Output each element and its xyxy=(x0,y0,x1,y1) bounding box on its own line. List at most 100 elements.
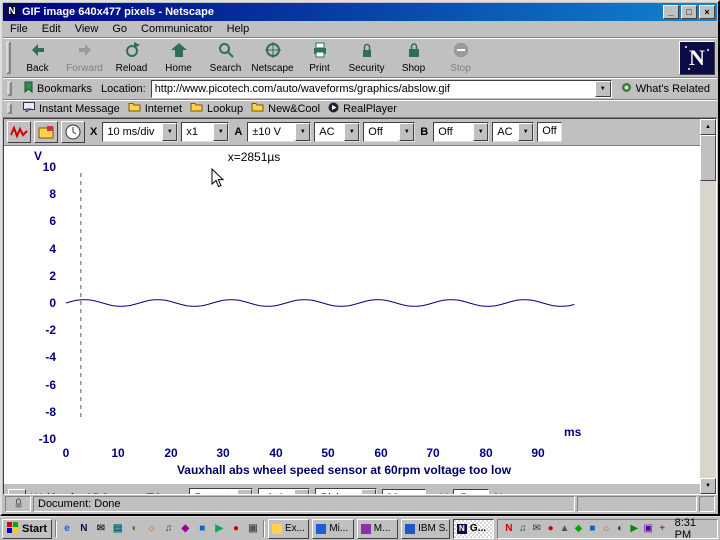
url-input[interactable] xyxy=(151,82,595,95)
quicklaunch-icon-8[interactable]: ◆ xyxy=(178,521,192,537)
tray-icon-10[interactable]: ▶ xyxy=(629,523,640,534)
channel-b-coupling-select[interactable]: AC ▼ xyxy=(492,122,535,142)
quicklaunch-icon-9[interactable]: ■ xyxy=(195,521,209,537)
close-button[interactable]: × xyxy=(699,5,715,19)
reload-button[interactable]: Reload xyxy=(108,39,155,76)
taskbar-clock[interactable]: 8:31 PM xyxy=(675,517,712,540)
task-button-netscape-active[interactable]: N G... xyxy=(452,518,495,539)
lookup-folder-button[interactable]: Lookup xyxy=(190,102,243,115)
url-dropdown-button[interactable]: ▼ xyxy=(594,80,611,97)
dropdown-arrow-icon[interactable]: ▼ xyxy=(518,123,534,141)
scope-status-button[interactable] xyxy=(8,489,26,494)
reload-icon xyxy=(123,41,141,62)
newcool-folder-button[interactable]: New&Cool xyxy=(251,102,320,115)
vertical-scrollbar[interactable]: ▲ ▼ xyxy=(700,119,716,494)
dropdown-arrow-icon[interactable]: ▼ xyxy=(213,123,229,141)
internet-folder-button[interactable]: Internet xyxy=(128,102,182,115)
menu-edit[interactable]: Edit xyxy=(35,21,68,37)
menu-help[interactable]: Help xyxy=(220,21,257,37)
instant-message-button[interactable]: Instant Message xyxy=(23,102,120,115)
realplayer-button[interactable]: RealPlayer xyxy=(328,102,397,116)
tray-icon-7[interactable]: ■ xyxy=(587,523,598,534)
security-status-segment[interactable] xyxy=(5,496,31,512)
menu-go[interactable]: Go xyxy=(105,21,134,37)
trigger-threshold-input[interactable] xyxy=(382,488,427,494)
trigger-channel-select[interactable]: ch A ▼ xyxy=(258,487,311,494)
dropdown-arrow-icon[interactable]: ▼ xyxy=(361,488,377,494)
search-icon xyxy=(217,41,235,62)
channel-a-range-select[interactable]: ±10 V ▼ xyxy=(247,122,312,142)
security-button[interactable]: Security xyxy=(343,39,390,76)
dropdown-arrow-icon[interactable]: ▼ xyxy=(473,123,489,141)
whats-related-button[interactable]: What's Related xyxy=(617,81,714,97)
personal-toolbar-grip[interactable] xyxy=(7,103,12,114)
print-button[interactable]: Print xyxy=(296,39,343,76)
scrollbar-thumb[interactable] xyxy=(700,135,716,181)
channel-a-mode-select[interactable]: Off ▼ xyxy=(363,122,416,142)
task-button-3[interactable]: M... xyxy=(356,518,399,539)
task-button-explorer[interactable]: Ex... xyxy=(267,518,310,539)
netscape-logo[interactable]: N xyxy=(679,40,715,75)
bookmarks-button[interactable]: Bookmarks xyxy=(20,80,96,97)
start-button[interactable]: Start xyxy=(2,518,53,539)
scroll-up-button[interactable]: ▲ xyxy=(700,119,716,135)
title-bar[interactable]: N GIF image 640x477 pixels - Netscape _ … xyxy=(3,3,717,21)
quicklaunch-icon-4[interactable]: ▤ xyxy=(111,521,125,537)
quicklaunch-icon-3[interactable]: ✉ xyxy=(94,521,108,537)
channel-b-mode-box[interactable]: Off xyxy=(537,122,562,142)
quicklaunch-icon-1[interactable]: e xyxy=(60,521,74,537)
quicklaunch-icon-5[interactable]: ◐ xyxy=(128,521,142,537)
minimize-button[interactable]: _ xyxy=(663,5,679,19)
scope-meter-button[interactable] xyxy=(61,121,85,143)
forward-button[interactable]: Forward xyxy=(61,39,108,76)
shop-button[interactable]: Shop xyxy=(390,39,437,76)
multiplier-select[interactable]: x1 ▼ xyxy=(181,122,230,142)
quicklaunch-icon-2[interactable]: N xyxy=(77,521,91,537)
timebase-select[interactable]: 10 ms/div ▼ xyxy=(102,122,179,142)
dropdown-arrow-icon[interactable]: ▼ xyxy=(162,123,178,141)
menu-communicator[interactable]: Communicator xyxy=(134,21,220,37)
toolbar-grip[interactable] xyxy=(6,41,11,74)
dropdown-arrow-icon[interactable]: ▼ xyxy=(295,123,311,141)
task-button-2[interactable]: Mi... xyxy=(312,518,354,539)
netscape-button[interactable]: Netscape xyxy=(249,39,296,76)
tray-icon-1[interactable]: N xyxy=(503,523,514,534)
dropdown-arrow-icon[interactable]: ▼ xyxy=(237,488,253,494)
tray-icon-9[interactable]: ◐ xyxy=(615,523,626,534)
dropdown-arrow-icon[interactable]: ▼ xyxy=(344,123,360,141)
tray-icon-3[interactable]: ✉ xyxy=(531,523,542,534)
menu-file[interactable]: File xyxy=(3,21,35,37)
quicklaunch-icon-6[interactable]: ☼ xyxy=(145,521,159,537)
scope-trace-button[interactable] xyxy=(7,121,31,143)
task-button-ibm[interactable]: IBM S... xyxy=(401,518,450,539)
trigger-mode-select[interactable]: Repeat ▼ xyxy=(189,487,254,494)
trigger-delay-input[interactable] xyxy=(452,488,489,494)
resize-grip[interactable] xyxy=(699,496,715,512)
dropdown-arrow-icon[interactable]: ▼ xyxy=(294,488,310,494)
scope-open-button[interactable] xyxy=(34,121,58,143)
quicklaunch-icon-7[interactable]: ♫ xyxy=(162,521,176,537)
menu-view[interactable]: View xyxy=(68,21,106,37)
app-icon xyxy=(271,523,282,534)
channel-b-range-select[interactable]: Off ▼ xyxy=(433,122,490,142)
tray-icon-4[interactable]: ● xyxy=(545,523,556,534)
search-button[interactable]: Search xyxy=(202,39,249,76)
location-bar-grip[interactable] xyxy=(7,81,12,96)
dropdown-arrow-icon[interactable]: ▼ xyxy=(399,123,415,141)
tray-icon-6[interactable]: ◆ xyxy=(573,523,584,534)
tray-icon-5[interactable]: ▲ xyxy=(559,523,570,534)
quicklaunch-icon-12[interactable]: ▣ xyxy=(246,521,260,537)
tray-icon-2[interactable]: ♫ xyxy=(517,523,528,534)
tray-icon-8[interactable]: ☼ xyxy=(601,523,612,534)
quicklaunch-icon-11[interactable]: ● xyxy=(229,521,243,537)
tray-icon-12[interactable]: + xyxy=(657,523,668,534)
quicklaunch-icon-10[interactable]: ▶ xyxy=(212,521,226,537)
channel-a-coupling-select[interactable]: AC ▼ xyxy=(314,122,361,142)
maximize-button[interactable]: □ xyxy=(681,5,697,19)
back-button[interactable]: Back xyxy=(14,39,61,76)
tray-icon-11[interactable]: ▣ xyxy=(643,523,654,534)
trigger-edge-select[interactable]: Rising ▼ xyxy=(315,487,378,494)
scroll-down-button[interactable]: ▼ xyxy=(700,478,716,494)
home-button[interactable]: Home xyxy=(155,39,202,76)
stop-button[interactable]: Stop xyxy=(437,39,484,76)
